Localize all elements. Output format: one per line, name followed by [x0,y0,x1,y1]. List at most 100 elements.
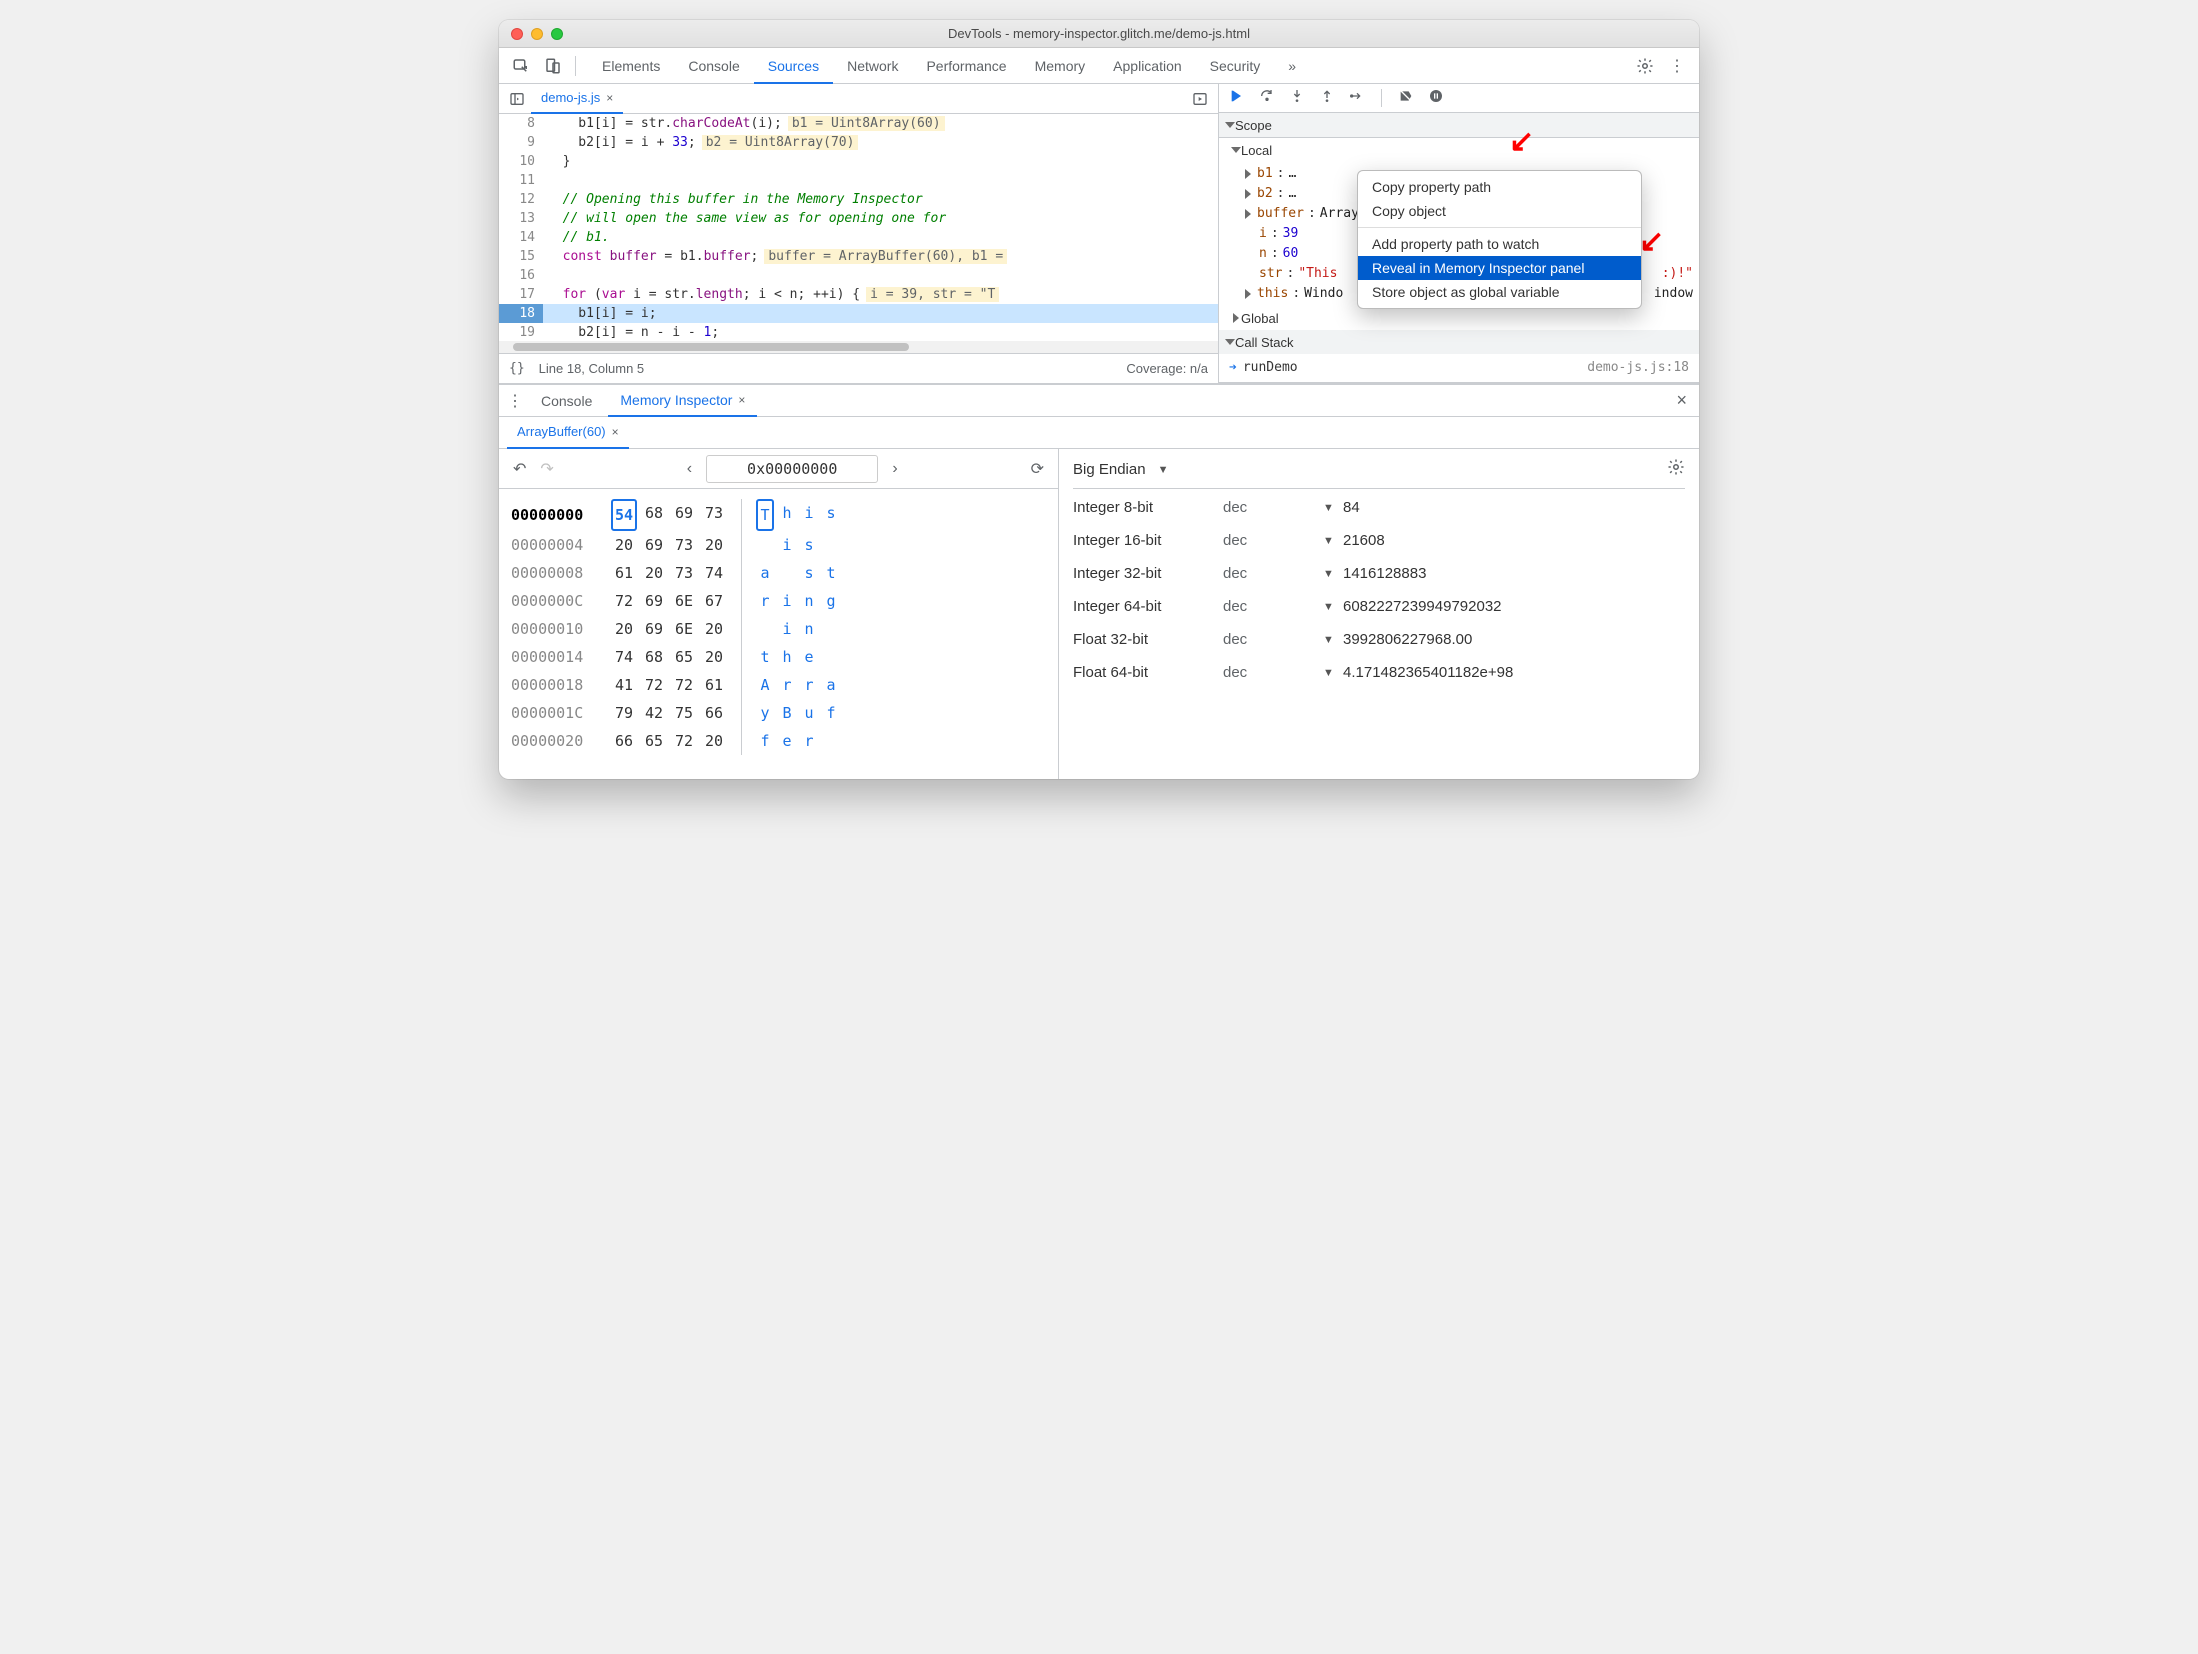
main-toolbar: Elements Console Sources Network Perform… [499,48,1699,84]
interp-encoding-selector[interactable]: dec [1223,532,1323,549]
tab-elements[interactable]: Elements [588,48,674,84]
code-line[interactable]: 16 [499,266,1218,285]
hex-row[interactable]: 0000001841727261Arra [511,671,1046,699]
code-editor[interactable]: 8 b1[i] = str.charCodeAt(i);b1 = Uint8Ar… [499,114,1218,341]
hex-row[interactable]: 0000000C72696E67ring [511,587,1046,615]
menu-copy-object[interactable]: Copy object [1358,199,1641,223]
tab-memory[interactable]: Memory [1021,48,1100,84]
inspect-element-icon[interactable] [507,52,535,80]
file-tab-label: demo-js.js [541,90,600,105]
hex-row[interactable]: 0000001020696E20 in [511,615,1046,643]
hex-row[interactable]: 0000000420697320 is [511,531,1046,559]
step-icon[interactable] [1349,88,1365,109]
hex-row[interactable]: 0000000861207374a st [511,559,1046,587]
code-line[interactable]: 13 // will open the same view as for ope… [499,209,1218,228]
tabs-overflow-button[interactable]: » [1274,48,1310,84]
navigator-toggle-icon[interactable] [503,85,531,113]
tab-security[interactable]: Security [1196,48,1275,84]
buffer-tab-label: ArrayBuffer(60) [517,424,606,439]
code-line[interactable]: 10 } [499,152,1218,171]
drawer-tab-label: Memory Inspector [620,392,732,408]
file-tabbar: demo-js.js × [499,84,1218,114]
tab-performance[interactable]: Performance [912,48,1020,84]
drawer-menu-icon[interactable]: ⋮ [505,391,525,411]
pause-on-exceptions-icon[interactable] [1428,88,1444,109]
deactivate-breakpoints-icon[interactable] [1398,88,1414,109]
hex-row[interactable]: 0000001C79427566yBuf [511,699,1046,727]
horizontal-scrollbar[interactable] [499,341,1218,353]
chevron-down-icon[interactable]: ▼ [1323,502,1343,514]
refresh-icon[interactable]: ⟳ [1031,459,1044,479]
close-file-tab-icon[interactable]: × [606,91,613,105]
snippets-play-icon[interactable] [1186,85,1214,113]
drawer: ⋮ Console Memory Inspector × × ArrayBuff… [499,384,1699,779]
tab-console[interactable]: Console [674,48,753,84]
interp-encoding-selector[interactable]: dec [1223,499,1323,516]
hex-viewer[interactable]: 0000000054686973This0000000420697320 is … [499,489,1058,765]
chevron-down-icon[interactable]: ▼ [1323,568,1343,580]
interp-encoding-selector[interactable]: dec [1223,598,1323,615]
kebab-menu-icon[interactable]: ⋮ [1663,52,1691,80]
interp-value: 21608 [1343,532,1685,549]
interp-encoding-selector[interactable]: dec [1223,664,1323,681]
callstack-location[interactable]: demo-js.js:18 [1587,358,1689,378]
resume-icon[interactable] [1229,88,1245,109]
step-out-icon[interactable] [1319,88,1335,109]
code-line[interactable]: 14 // b1. [499,228,1218,247]
prev-page-icon[interactable]: ‹ [687,460,692,478]
scope-global-header[interactable]: Global [1219,306,1699,330]
device-toolbar-icon[interactable] [539,52,567,80]
hex-row[interactable]: 0000001474686520the [511,643,1046,671]
callstack-header[interactable]: Call Stack [1219,330,1699,354]
menu-add-to-watch[interactable]: Add property path to watch [1358,232,1641,256]
tab-application[interactable]: Application [1099,48,1196,84]
close-drawer-tab-icon[interactable]: × [738,393,745,407]
code-line[interactable]: 17 for (var i = str.length; i < n; ++i) … [499,285,1218,304]
endianness-selector[interactable]: Big Endian [1073,461,1146,478]
close-drawer-icon[interactable]: × [1670,390,1693,411]
scope-section-header[interactable]: Scope [1219,113,1699,137]
redo-icon: ↷ [540,459,553,479]
debugger-toolbar [1219,84,1699,113]
interp-value: 84 [1343,499,1685,516]
hex-row[interactable]: 0000002066657220fer [511,727,1046,755]
code-line[interactable]: 12 // Opening this buffer in the Memory … [499,190,1218,209]
menu-store-global[interactable]: Store object as global variable [1358,280,1641,304]
undo-icon[interactable]: ↶ [513,459,526,479]
interp-type: Integer 64-bit [1073,598,1223,615]
interp-encoding-selector[interactable]: dec [1223,565,1323,582]
code-line[interactable]: 11 [499,171,1218,190]
address-input[interactable]: 0x00000000 [706,455,878,483]
tab-network[interactable]: Network [833,48,912,84]
drawer-tab-memory-inspector[interactable]: Memory Inspector × [608,385,757,417]
value-interpreter: Big Endian ▼ Integer 8-bitdec▼84Integer … [1059,449,1699,779]
close-buffer-tab-icon[interactable]: × [612,425,619,439]
interp-encoding-selector[interactable]: dec [1223,631,1323,648]
callstack-frame[interactable]: runDemo [1243,358,1298,378]
settings-gear-icon[interactable] [1631,52,1659,80]
memory-buffer-tab[interactable]: ArrayBuffer(60) × [507,417,629,449]
menu-copy-property-path[interactable]: Copy property path [1358,175,1641,199]
step-into-icon[interactable] [1289,88,1305,109]
next-page-icon[interactable]: › [892,460,897,478]
code-line[interactable]: 19 b2[i] = n - i - 1; [499,323,1218,341]
interpreter-settings-gear-icon[interactable] [1667,458,1685,481]
step-over-icon[interactable] [1259,88,1275,109]
code-line[interactable]: 8 b1[i] = str.charCodeAt(i);b1 = Uint8Ar… [499,114,1218,133]
chevron-down-icon[interactable]: ▼ [1158,464,1169,476]
code-line[interactable]: 18 b1[i] = i; [499,304,1218,323]
chevron-down-icon[interactable]: ▼ [1323,634,1343,646]
chevron-down-icon[interactable]: ▼ [1323,535,1343,547]
chevron-down-icon[interactable]: ▼ [1323,667,1343,679]
drawer-tab-console[interactable]: Console [529,385,604,417]
menu-reveal-memory-inspector[interactable]: Reveal in Memory Inspector panel [1358,256,1641,280]
file-tab[interactable]: demo-js.js × [531,84,623,114]
coverage-status: Coverage: n/a [1126,361,1208,376]
code-line[interactable]: 15 const buffer = b1.buffer;buffer = Arr… [499,247,1218,266]
pretty-print-icon[interactable]: {} [509,361,525,376]
hex-row[interactable]: 0000000054686973This [511,499,1046,531]
tab-sources[interactable]: Sources [754,48,833,84]
chevron-down-icon[interactable]: ▼ [1323,601,1343,613]
scope-local-header[interactable]: Local [1219,138,1699,162]
code-line[interactable]: 9 b2[i] = i + 33;b2 = Uint8Array(70) [499,133,1218,152]
